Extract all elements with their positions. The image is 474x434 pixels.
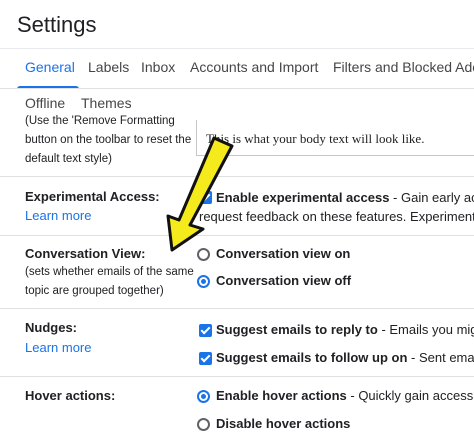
section-divider (0, 235, 474, 236)
tab-offline[interactable]: Offline (25, 95, 65, 111)
tab-themes[interactable]: Themes (81, 95, 132, 111)
nudge-reply-desc: - Emails you migh (381, 322, 474, 337)
tab-general[interactable]: General (25, 59, 75, 75)
text-style-help-line-2: button on the toolbar to reset the (25, 134, 192, 146)
text-style-preview-text: This is what your body text will look li… (206, 131, 425, 146)
nudges-learn-more-link[interactable]: Learn more (25, 340, 91, 355)
section-divider (0, 308, 474, 309)
conversation-view-help-line-2: topic are grouped together) (25, 285, 164, 297)
enable-hover-actions-option: Enable hover actions - Quickly gain acce… (216, 388, 474, 403)
disable-hover-actions-radio[interactable] (197, 418, 210, 431)
conversation-view-on-text: Conversation view on (216, 246, 351, 261)
conversation-view-label: Conversation View: (25, 246, 146, 261)
experimental-access-option-title: Enable experimental access (216, 190, 390, 205)
tab-labels[interactable]: Labels (88, 59, 129, 75)
disable-hover-actions-option: Disable hover actions (216, 416, 350, 431)
conversation-view-off-text: Conversation view off (216, 273, 352, 288)
section-divider (0, 376, 474, 377)
nudges-label: Nudges: (25, 320, 77, 335)
tab-inbox[interactable]: Inbox (141, 59, 175, 75)
nudge-reply-title: Suggest emails to reply to (216, 322, 378, 337)
conversation-view-on-label[interactable]: Conversation view on (216, 246, 350, 261)
conversation-view-off-label[interactable]: Conversation view off (216, 273, 351, 288)
conversation-view-on-radio[interactable] (197, 248, 210, 261)
page-title: Settings (17, 12, 97, 37)
enable-hover-actions-radio[interactable] (197, 390, 210, 403)
nudge-follow-up-checkbox[interactable] (199, 352, 212, 365)
nudge-follow-up-desc: - Sent emails (411, 350, 474, 365)
text-style-help-line-1: (Use the 'Remove Formatting (25, 115, 175, 127)
experimental-access-desc-line2: request feedback on these features. Expe… (199, 209, 474, 224)
tab-accounts-and-import[interactable]: Accounts and Import (190, 59, 318, 75)
nudge-reply-checkbox[interactable] (199, 324, 212, 337)
tab-filters-and-blocked[interactable]: Filters and Blocked Adc (333, 59, 474, 75)
experimental-access-option-desc: - Gain early acce (393, 190, 474, 205)
section-divider (0, 176, 474, 177)
enable-hover-actions-title: Enable hover actions (216, 388, 347, 403)
header-divider (0, 48, 474, 49)
tabs-divider (0, 88, 474, 89)
experimental-access-checkbox[interactable] (199, 191, 212, 204)
nudge-follow-up-option: Suggest emails to follow up on - Sent em… (216, 350, 474, 365)
conversation-view-off-radio[interactable] (197, 275, 210, 288)
nudge-follow-up-title: Suggest emails to follow up on (216, 350, 408, 365)
experimental-learn-more-link[interactable]: Learn more (25, 208, 91, 223)
disable-hover-actions-title: Disable hover actions (216, 416, 351, 431)
conversation-view-help-line-1: (sets whether emails of the same (25, 266, 194, 278)
experimental-access-label: Experimental Access: (25, 189, 160, 204)
nudge-reply-option: Suggest emails to reply to - Emails you … (216, 322, 474, 337)
experimental-access-option: Enable experimental access - Gain early … (216, 190, 474, 205)
text-style-help-line-3: default text style) (25, 153, 112, 165)
enable-hover-actions-desc: - Quickly gain access to (346, 388, 474, 403)
hover-actions-label: Hover actions: (25, 388, 116, 403)
